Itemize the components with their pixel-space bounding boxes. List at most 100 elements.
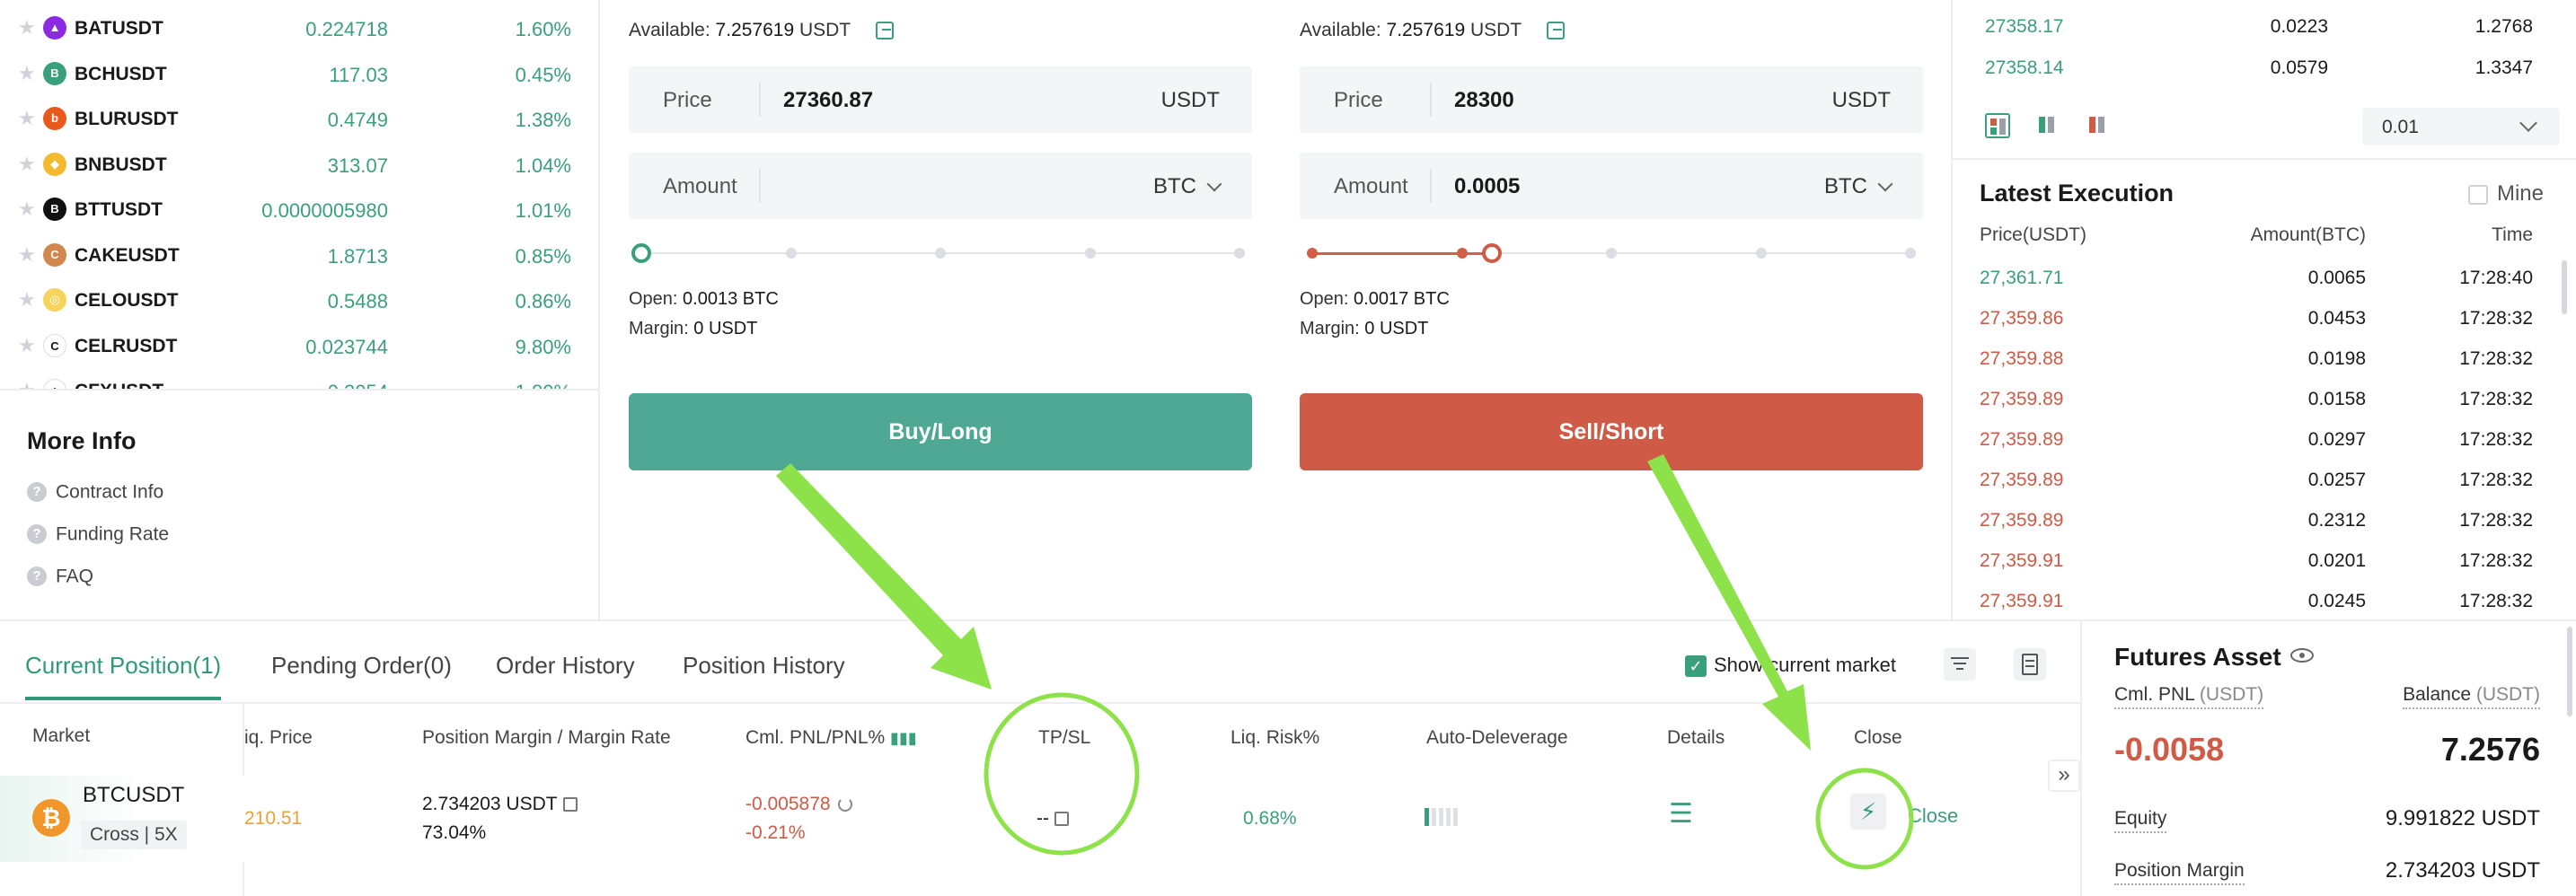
adl-bar [1432, 808, 1436, 827]
market-row[interactable]: ★ C CAKEUSDT 1.8713 0.85% [0, 233, 598, 277]
orderbook-controls: 0.01 [1985, 108, 2560, 145]
slider-step[interactable] [1307, 248, 1318, 259]
amount-field[interactable]: Amount BTC [1300, 153, 1923, 219]
slider-step[interactable] [1606, 248, 1617, 259]
liq-price-header: iq. Price [244, 727, 313, 748]
document-icon[interactable] [2014, 648, 2046, 681]
star-icon[interactable]: ★ [18, 290, 38, 310]
edit-tpsl-icon[interactable] [1054, 812, 1069, 827]
scrollbar[interactable] [2562, 260, 2567, 314]
filter-icon[interactable] [1944, 648, 1976, 681]
futures-asset-title: Futures Asset [2114, 643, 2281, 671]
view-both-icon[interactable] [1985, 113, 2010, 138]
star-icon[interactable]: ★ [18, 199, 38, 219]
slider-step[interactable] [935, 248, 946, 259]
execution-row: 27,359.89 0.0257 17:28:32 [1980, 470, 2533, 490]
market-row[interactable]: ★ B BTTUSDT 0.0000005980 1.01% [0, 187, 598, 232]
star-icon[interactable]: ★ [18, 381, 38, 390]
details-list-icon[interactable]: ☰ [1669, 801, 1693, 828]
slider-step[interactable] [1905, 248, 1916, 259]
funding-rate-link[interactable]: ? Funding Rate [27, 523, 169, 550]
price-field[interactable]: Price USDT [629, 66, 1252, 133]
tab-position-history[interactable]: Position History [683, 652, 845, 680]
sell-short-button[interactable]: Sell/Short [1300, 393, 1923, 470]
scrollbar[interactable] [2567, 627, 2572, 716]
amount-unit-select[interactable]: BTC [1153, 174, 1222, 199]
equity-value: 9.991822 USDT [2385, 806, 2540, 830]
amount-field[interactable]: Amount BTC [629, 153, 1252, 219]
edit-icon[interactable] [562, 797, 578, 813]
pnl-header: Cml. PNL/PNL% ▮▮▮ [745, 727, 917, 748]
bitcoin-icon: ₿ [32, 799, 70, 837]
star-icon[interactable]: ★ [18, 154, 38, 174]
bid-row[interactable]: 27358.14 0.0579 1.3347 [1985, 57, 2533, 84]
eye-icon[interactable] [2290, 648, 2314, 663]
transfer-icon[interactable] [1546, 22, 1565, 40]
market-change: 0.85% [515, 244, 571, 268]
adl-header: Auto-Deleverage [1426, 727, 1568, 748]
execution-row: 27,359.89 0.0158 17:28:32 [1980, 389, 2533, 409]
star-icon[interactable]: ★ [18, 63, 38, 83]
market-change: 0.45% [515, 63, 571, 86]
price-input[interactable] [1454, 88, 1706, 113]
bid-row[interactable]: 27358.17 0.0223 1.2768 [1985, 16, 2533, 43]
refresh-icon[interactable] [837, 797, 852, 813]
contract-info-link[interactable]: ? Contract Info [27, 481, 163, 508]
market-row[interactable]: ★ ▲ BATUSDT 0.224718 1.60% [0, 5, 598, 50]
slider-step[interactable] [785, 248, 797, 259]
execution-row: 27,359.86 0.0453 17:28:32 [1980, 308, 2533, 329]
market-change: 1.60% [515, 18, 571, 40]
star-icon[interactable]: ★ [18, 244, 38, 265]
market-price: 0.4749 [327, 109, 388, 131]
amount-unit-select[interactable]: BTC [1824, 174, 1893, 199]
amount-slider[interactable] [629, 241, 1252, 266]
position-symbol[interactable]: BTCUSDT [83, 783, 184, 808]
liq-price-value: 210.51 [244, 808, 303, 829]
market-row[interactable]: ★ ◎ CELOUSDT 0.5488 0.86% [0, 277, 598, 322]
market-price: 0.0000005980 [261, 199, 388, 222]
show-current-market-checkbox[interactable]: ✓ Show current market [1685, 654, 1896, 678]
buy-long-button[interactable]: Buy/Long [629, 393, 1252, 470]
faq-link[interactable]: ? FAQ [27, 566, 93, 593]
star-icon[interactable]: ★ [18, 335, 38, 356]
view-bids-icon[interactable] [2035, 113, 2060, 138]
slider-handle[interactable] [631, 243, 651, 263]
price-input[interactable] [783, 88, 1035, 113]
slider-step[interactable] [1755, 248, 1767, 259]
transfer-icon[interactable] [875, 22, 894, 40]
market-symbol: BTTUSDT [75, 199, 163, 220]
market-row[interactable]: ★ ◆ BNBUSDT 313.07 1.04% [0, 142, 598, 187]
expand-icon[interactable]: » [2048, 760, 2080, 792]
amount-input[interactable] [1454, 174, 1706, 199]
flash-close-icon[interactable]: ⚡ [1850, 794, 1886, 830]
execution-row: 27,359.91 0.0201 17:28:32 [1980, 550, 2533, 571]
star-icon[interactable]: ★ [18, 18, 38, 38]
close-position-button[interactable]: Close [1908, 804, 1958, 828]
slider-step[interactable] [1456, 248, 1468, 259]
chart-icon[interactable]: ▮▮▮ [890, 729, 917, 747]
price-field[interactable]: Price USDT [1300, 66, 1923, 133]
market-symbol: BATUSDT [75, 18, 163, 39]
view-asks-icon[interactable] [2086, 113, 2111, 138]
market-row[interactable]: ★ B BCHUSDT 117.03 0.45% [0, 51, 598, 96]
market-row[interactable]: ★ b BLURUSDT 0.4749 1.38% [0, 96, 598, 141]
tab-current-position[interactable]: Current Position(1) [25, 652, 221, 680]
amount-slider[interactable] [1300, 241, 1923, 266]
market-price: 0.3054 [328, 381, 388, 389]
slider-step[interactable] [1084, 248, 1096, 259]
position-mode-badge: Cross | 5X [81, 821, 187, 849]
amount-input[interactable] [783, 174, 1035, 199]
star-icon[interactable]: ★ [18, 109, 38, 128]
market-change: 1.38% [515, 109, 571, 131]
market-row[interactable]: ★ C CELRUSDT 0.023744 9.80% [0, 323, 598, 368]
precision-select[interactable]: 0.01 [2362, 108, 2560, 145]
cml-pnl-value: -0.0058 [2114, 731, 2225, 768]
balance-label: Balance (USDT) [2403, 684, 2540, 709]
tab-order-history[interactable]: Order History [496, 652, 635, 680]
tab-pending-order[interactable]: Pending Order(0) [271, 652, 452, 680]
slider-step[interactable] [1234, 248, 1245, 259]
slider-handle[interactable] [1481, 243, 1502, 263]
market-symbol: CELOUSDT [75, 290, 179, 311]
mine-checkbox[interactable]: Mine [2467, 181, 2544, 206]
market-row[interactable]: ★ ◈ CFXUSDT 0.3054 1.80% [0, 368, 598, 390]
